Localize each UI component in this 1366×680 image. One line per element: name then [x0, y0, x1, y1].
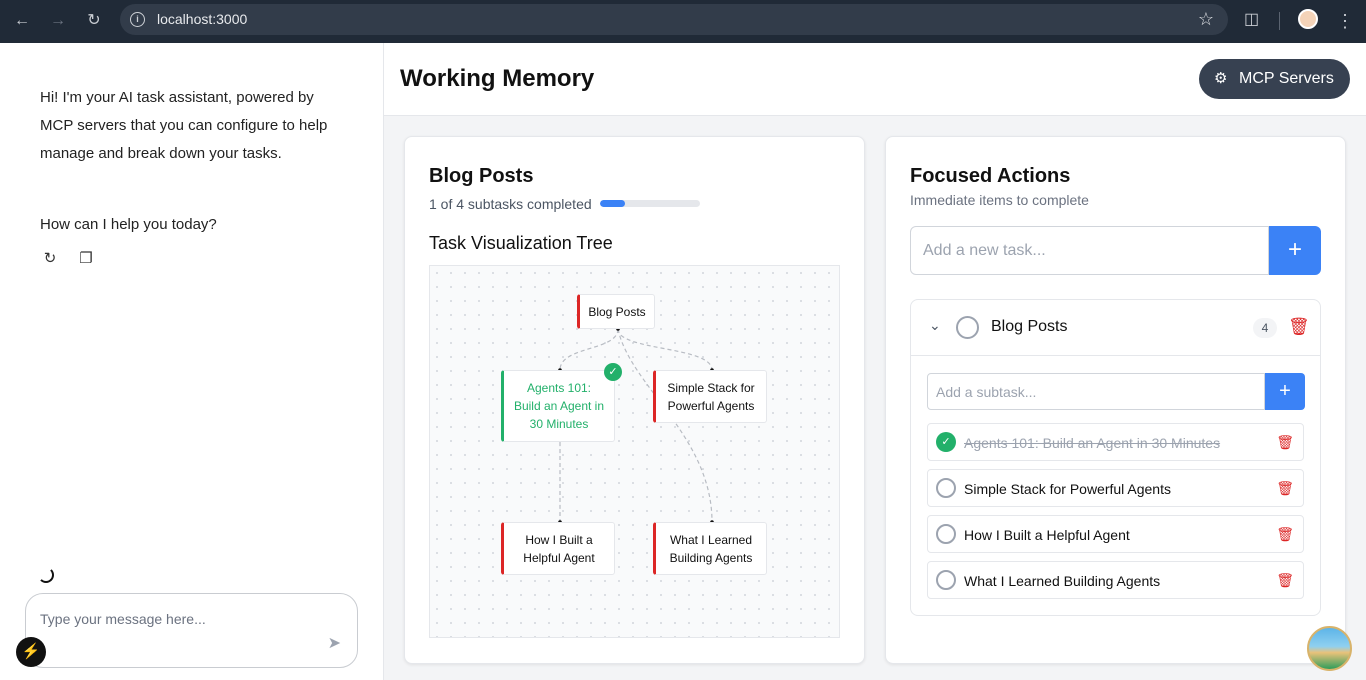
back-arrow-icon[interactable]: ← [10, 9, 34, 33]
subtask-label: Agents 101: Build an Agent in 30 Minutes [964, 435, 1221, 451]
tree-node-label: What I Learned Building Agents [669, 532, 753, 565]
visualization-title: Task Visualization Tree [429, 233, 613, 253]
send-icon[interactable]: ➤ [328, 633, 341, 653]
tree-link [617, 328, 713, 523]
bookmark-star-icon[interactable]: ☆ [1198, 9, 1214, 30]
gear-icon: ⚙ [1214, 70, 1228, 87]
checkmark-icon: ✓ [604, 363, 622, 381]
tree-node-label: Agents 101: Build an Agent in 30 Minutes [513, 381, 605, 431]
subtask-item: What I Learned Building Agents 🗑 [927, 561, 1304, 599]
plus-icon: + [1287, 236, 1302, 263]
tree-node-label: How I Built a Helpful Agent [523, 532, 595, 565]
extensions-puzzle-icon[interactable]: ◫ [1244, 9, 1259, 29]
browser-toolbar: ← → ↻ i localhost:3000 ☆ ◫ ⋮ [0, 0, 1366, 43]
chat-message-input[interactable]: Type your message here... ➤ [25, 593, 358, 668]
page-title: Working Memory [400, 65, 595, 92]
progress-bar [600, 200, 700, 207]
trash-icon[interactable]: 🗑 [1276, 526, 1294, 543]
subtask-label: What I Learned Building Agents [964, 573, 1161, 589]
chevron-down-icon[interactable]: ⌄ [929, 317, 941, 334]
tree-node-label: Simple Stack for Powerful Agents [667, 380, 755, 413]
chat-input-placeholder: Type your message here... [40, 611, 206, 627]
tree-node[interactable]: What I Learned Building Agents [653, 522, 767, 575]
copy-icon[interactable]: ❐ [77, 249, 95, 267]
url-text: localhost:3000 [157, 11, 248, 27]
task-visualization-tree[interactable]: Blog Posts Agents 101: Build an Agent in… [429, 265, 840, 638]
trash-icon[interactable]: 🗑 [1276, 434, 1294, 451]
chat-panel: Hi! I'm your AI task assistant, powered … [0, 43, 384, 680]
tree-node[interactable]: Simple Stack for Powerful Agents [653, 370, 767, 423]
subtask-checkbox[interactable] [936, 570, 956, 590]
subtask-item: How I Built a Helpful Agent 🗑 [927, 515, 1304, 553]
toolbar-divider [1279, 12, 1280, 30]
page-header: Working Memory ⚙ MCP Servers [384, 43, 1366, 116]
reload-icon[interactable]: ↻ [82, 9, 106, 33]
site-info-icon[interactable]: i [130, 12, 145, 27]
add-task-button[interactable]: + [1269, 226, 1321, 275]
subtask-input[interactable]: Add a subtask... [927, 373, 1265, 410]
focused-actions-card: Focused Actions Immediate items to compl… [885, 136, 1346, 664]
subtask-item: ✓ Agents 101: Build an Agent in 30 Minut… [927, 423, 1304, 461]
tree-node[interactable]: Agents 101: Build an Agent in 30 Minutes… [501, 363, 622, 442]
task-group-header: ⌄ Blog Posts 4 🗑 [911, 300, 1320, 356]
subtask-label: How I Built a Helpful Agent [964, 527, 1130, 543]
assistant-question: How can I help you today? [40, 216, 217, 233]
subtask-count-badge: 4 [1253, 318, 1277, 338]
address-bar[interactable]: i localhost:3000 ☆ [120, 4, 1228, 35]
task-group-title: Blog Posts [991, 318, 1068, 335]
beach-avatar-icon[interactable] [1307, 626, 1352, 671]
main-area: Working Memory ⚙ MCP Servers Blog Posts … [384, 43, 1366, 680]
focused-actions-subtitle: Immediate items to complete [910, 192, 1089, 208]
task-group: ⌄ Blog Posts 4 🗑 Add a subtask... + ✓ Ag… [910, 299, 1321, 616]
assistant-greeting: Hi! I'm your AI task assistant, powered … [40, 89, 328, 162]
subtask-placeholder: Add a subtask... [936, 384, 1037, 400]
browser-menu-icon[interactable]: ⋮ [1336, 9, 1354, 33]
regenerate-icon[interactable]: ↻ [41, 249, 59, 267]
trash-icon[interactable]: 🗑 [1288, 317, 1310, 337]
project-card: Blog Posts 1 of 4 subtasks completed Tas… [404, 136, 865, 664]
subtask-item: Simple Stack for Powerful Agents 🗑 [927, 469, 1304, 507]
new-task-input[interactable]: Add a new task... [910, 226, 1269, 275]
profile-avatar[interactable] [1298, 9, 1318, 29]
plus-icon: + [1279, 380, 1291, 402]
project-title: Blog Posts [429, 165, 534, 187]
progress-text: 1 of 4 subtasks completed [429, 196, 592, 212]
forward-arrow-icon[interactable]: → [46, 9, 70, 33]
new-task-placeholder: Add a new task... [923, 242, 1046, 259]
trash-icon[interactable]: 🗑 [1276, 572, 1294, 589]
tree-node[interactable]: How I Built a Helpful Agent [501, 522, 615, 575]
task-complete-checkbox[interactable] [956, 316, 979, 339]
lightning-bolt-icon[interactable]: ⚡ [16, 637, 46, 667]
focused-actions-title: Focused Actions [910, 165, 1071, 187]
loading-spinner-icon [38, 567, 54, 583]
subtask-checkbox[interactable] [936, 524, 956, 544]
tree-link [617, 328, 713, 371]
mcp-servers-button[interactable]: ⚙ MCP Servers [1199, 59, 1350, 99]
mcp-servers-label: MCP Servers [1239, 70, 1334, 87]
subtask-checkbox-checked-icon[interactable]: ✓ [936, 432, 956, 452]
progress-bar-fill [600, 200, 625, 207]
add-subtask-button[interactable]: + [1265, 373, 1305, 410]
subtask-label: Simple Stack for Powerful Agents [964, 481, 1171, 497]
trash-icon[interactable]: 🗑 [1276, 480, 1294, 497]
subtask-checkbox[interactable] [936, 478, 956, 498]
tree-node-root[interactable]: Blog Posts [577, 294, 655, 329]
